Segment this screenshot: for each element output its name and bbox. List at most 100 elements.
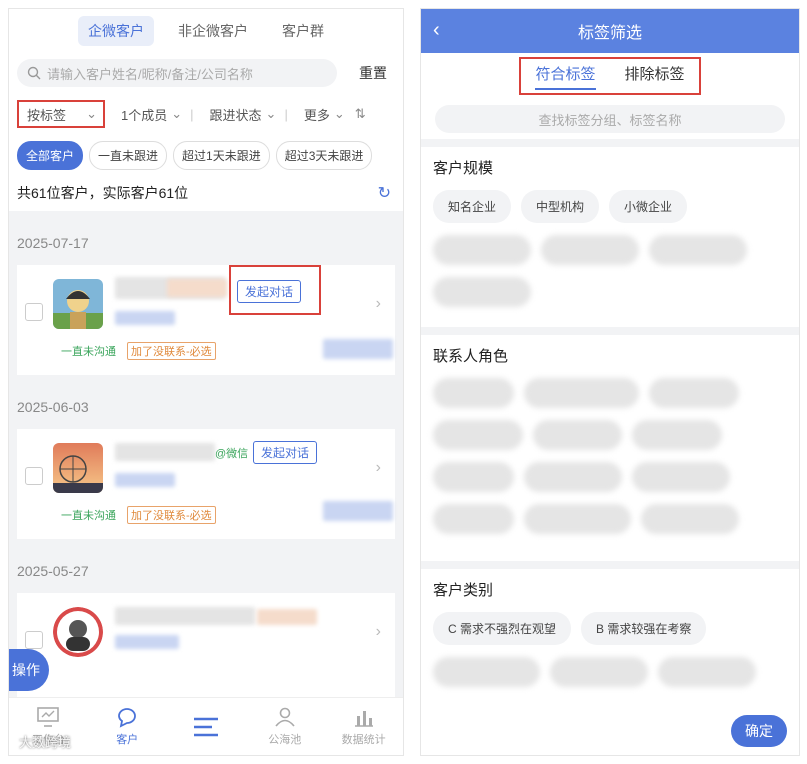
search-row: 请输入客户姓名/昵称/备注/公司名称 重置	[9, 53, 403, 93]
search-input[interactable]: 请输入客户姓名/昵称/备注/公司名称	[17, 59, 337, 87]
nav-customers[interactable]: 客户	[88, 698, 167, 755]
customer-card[interactable]: ›	[17, 593, 395, 703]
customer-remark-blurred	[257, 609, 317, 625]
tag-pill-blurred[interactable]: ████████	[549, 657, 648, 687]
tag-pill-blurred[interactable]: █████████	[524, 504, 631, 534]
customer-tag: 加了没联系-必选	[127, 342, 216, 360]
divider: |	[284, 106, 288, 122]
owner-blurred	[323, 339, 393, 359]
company-blurred	[115, 635, 179, 649]
avatar	[53, 607, 103, 657]
more-dropdown[interactable]: 更多 ⌄ ⇅	[304, 105, 366, 124]
tag-search-input[interactable]: 查找标签分组、标签名称	[435, 105, 785, 133]
tag-pill-blurred[interactable]: ████████	[640, 504, 739, 534]
select-checkbox[interactable]	[25, 467, 43, 485]
date-header: 2025-07-17	[17, 235, 89, 251]
chevron-down-icon: ⌄	[171, 106, 183, 121]
members-dropdown[interactable]: 1个成员 ⌄ |	[121, 105, 194, 124]
tag-pill-blurred[interactable]: █████████	[433, 657, 540, 687]
nav-statistics[interactable]: 数据统计	[324, 698, 403, 755]
tag-pill-blurred[interactable]: ███████	[632, 420, 722, 450]
follow-status-dropdown[interactable]: 跟进状态 ⌄ |	[210, 105, 288, 124]
follow-status-label: 跟进状态	[209, 107, 262, 123]
customer-summary: 共61位客户，实际客户61位 ↻	[9, 175, 403, 211]
tag-mode-tabs-wrap: 符合标签 排除标签	[421, 53, 799, 99]
header: ‹ 标签筛选	[421, 9, 799, 53]
tag-pill-blurred[interactable]: ███████	[532, 420, 623, 450]
owner-blurred	[323, 501, 393, 521]
summary-text: 共61位客户，实际客户61位	[17, 185, 189, 201]
filter-row: 按标签 ⌄ 1个成员 ⌄ | 跟进状态 ⌄ | 更多 ⌄ ⇅	[9, 93, 403, 135]
tag-group-customer-scale: 客户规模 知名企业 中型机构 小微企业 ████████ ████████ ██…	[421, 147, 799, 327]
sort-icon[interactable]: ⇅	[355, 106, 366, 122]
tag-pill[interactable]: 小微企业	[609, 190, 688, 223]
select-checkbox[interactable]	[25, 631, 43, 649]
tag-pill-blurred[interactable]: ███████	[433, 420, 523, 450]
date-header: 2025-05-27	[17, 563, 89, 579]
tab-match-tags[interactable]: 符合标签	[535, 63, 596, 90]
tab-non-wecom-customers[interactable]: 非企微客户	[168, 16, 258, 46]
start-chat-button[interactable]: 发起对话	[253, 441, 318, 464]
chat-bubble-icon	[118, 708, 137, 728]
tag-pill-blurred[interactable]: ███████	[649, 378, 739, 408]
search-icon	[27, 66, 41, 80]
monitor-icon	[37, 707, 60, 727]
tab-exclude-tags[interactable]: 排除标签	[624, 63, 684, 90]
chevron-down-icon: ⌄	[265, 106, 277, 121]
chip-over-1-day[interactable]: 超过1天未跟进	[173, 140, 270, 170]
divider: |	[190, 106, 194, 122]
tag-search-row: 查找标签分组、标签名称	[421, 99, 799, 139]
tag-pill[interactable]: 知名企业	[433, 190, 512, 223]
start-chat-button[interactable]: 发起对话	[237, 280, 302, 303]
chip-all-customers[interactable]: 全部客户	[17, 140, 84, 170]
tag-pill-blurred[interactable]: ██████	[433, 378, 515, 408]
tag-pill-blurred[interactable]: ████████	[524, 462, 623, 492]
nav-menu[interactable]	[167, 698, 246, 755]
nav-label: 客户	[116, 734, 139, 746]
customer-list-screen: 企微客户 非企微客户 客户群 请输入客户姓名/昵称/备注/公司名称 重置 按标签…	[8, 8, 404, 756]
avatar	[53, 443, 103, 493]
search-placeholder: 请输入客户姓名/昵称/备注/公司名称	[47, 66, 253, 82]
chip-never-followed[interactable]: 一直未跟进	[89, 140, 168, 170]
reset-button[interactable]: 重置	[359, 63, 387, 83]
user-pool-icon	[275, 707, 295, 727]
tag-pill[interactable]: C 需求不强烈在观望	[433, 612, 572, 645]
operate-button[interactable]: 操作	[9, 649, 49, 691]
tag-pill-blurred[interactable]: ██████	[433, 504, 515, 534]
customer-remark-blurred	[167, 279, 227, 297]
tag-pill-blurred[interactable]: ████████	[541, 235, 640, 265]
tag-pill[interactable]: B 需求较强在考察	[581, 612, 707, 645]
group-title: 客户类别	[433, 582, 494, 599]
tag-pill-blurred[interactable]: ██████████	[524, 378, 640, 408]
tag-pill-blurred[interactable]: ████████	[433, 235, 532, 265]
nav-public-pool[interactable]: 公海池	[245, 698, 324, 755]
refresh-icon[interactable]: ↻	[378, 183, 391, 203]
tag-group-contact-role: 联系人角色 ██████ ██████████ ███████ ███████ …	[421, 335, 799, 561]
company-blurred	[115, 473, 175, 487]
nav-label: 公海池	[268, 734, 302, 746]
tag-pill-blurred[interactable]: ████████	[657, 657, 756, 687]
customer-tag: 加了没联系-必选	[127, 506, 216, 524]
wechat-suffix: @微信	[215, 448, 249, 460]
tag-list: C 需求不强烈在观望 B 需求较强在考察 █████████ ████████ …	[433, 612, 787, 687]
tab-customer-groups[interactable]: 客户群	[272, 16, 334, 46]
tab-wecom-customers[interactable]: 企微客户	[78, 16, 154, 46]
by-tag-label: 按标签	[27, 107, 67, 123]
customer-card[interactable]: 发起对话 › 一直未沟通 加了没联系-必选	[17, 265, 395, 375]
avatar	[53, 279, 103, 329]
members-label: 1个成员	[121, 107, 168, 123]
group-title: 客户规模	[433, 160, 494, 177]
tag-pill-blurred[interactable]: ████████	[632, 462, 731, 492]
tag-pill-blurred[interactable]: ████████	[649, 235, 748, 265]
tag-pill-blurred[interactable]: ██████	[433, 462, 515, 492]
chip-over-3-days[interactable]: 超过3天未跟进	[275, 140, 373, 170]
back-arrow-icon[interactable]: ‹	[433, 19, 440, 42]
company-blurred	[115, 311, 175, 325]
tag-pill[interactable]: 中型机构	[521, 190, 600, 223]
confirm-button[interactable]: 确定	[731, 715, 787, 747]
by-tag-dropdown[interactable]: 按标签 ⌄	[17, 100, 105, 128]
tag-pill-blurred[interactable]: ████████	[433, 277, 532, 307]
select-checkbox[interactable]	[25, 303, 43, 321]
customer-card[interactable]: @微信 发起对话 › 一直未沟通 加了没联系-必选	[17, 429, 395, 539]
watermark: 大数跨境	[19, 735, 72, 750]
